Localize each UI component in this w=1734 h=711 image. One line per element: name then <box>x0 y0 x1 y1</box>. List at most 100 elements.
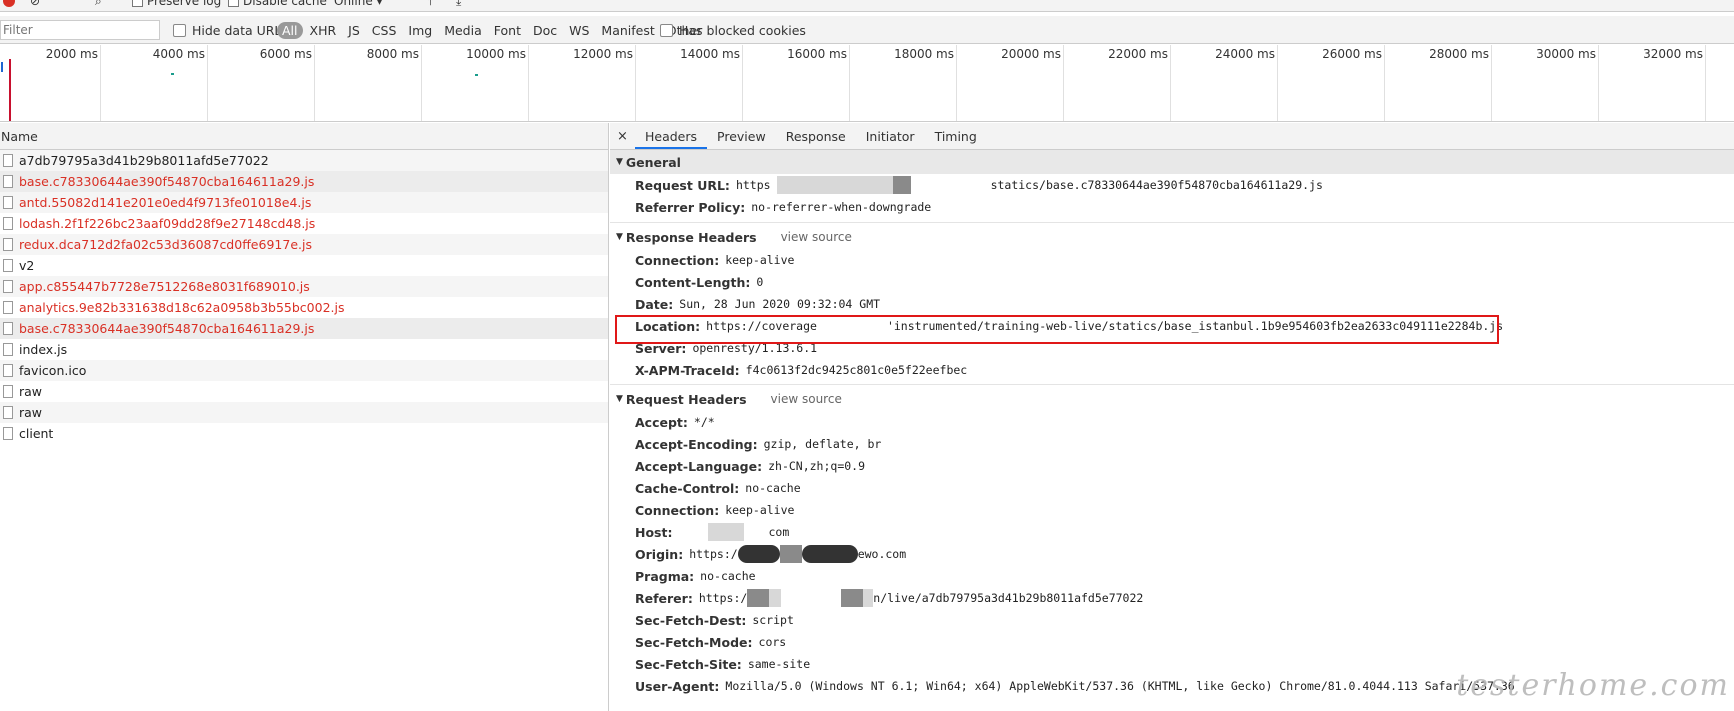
request-row[interactable]: analytics.9e82b331638d18c62a0958b3b55bc0… <box>0 297 608 318</box>
header-value: keep-alive <box>725 503 795 517</box>
request-header-row: Host: com <box>610 521 1734 543</box>
blocked-cookies-toggle[interactable]: Has blocked cookies <box>660 21 806 39</box>
redacted-blur <box>892 176 911 194</box>
timeline-grid-line <box>100 45 101 121</box>
header-value: statics/base.c78330644ae390f54870cba1646… <box>990 178 1323 192</box>
file-icon <box>3 385 13 398</box>
hide-data-urls-toggle[interactable]: Hide data URLs <box>173 21 288 39</box>
request-row[interactable]: index.js <box>0 339 608 360</box>
redacted-blur <box>863 589 874 607</box>
redacted-blur <box>781 589 841 607</box>
type-filter-font[interactable]: Font <box>489 22 526 39</box>
clear-icon[interactable]: ⊘ <box>30 0 40 8</box>
tab-timing[interactable]: Timing <box>925 123 987 149</box>
header-value: f4c0613f2dc9425c801c0e5f22eefbec <box>745 363 968 377</box>
type-filter-ws[interactable]: WS <box>564 22 594 39</box>
redacted-blur <box>737 545 780 563</box>
request-row[interactable]: v2 <box>0 255 608 276</box>
export-icon[interactable]: ⤓ <box>456 0 461 9</box>
request-row[interactable]: redux.dca712d2fa02c53d36087cd0ffe6917e.j… <box>0 234 608 255</box>
request-row-selected[interactable]: base.c78330644ae390f54870cba164611a29.js <box>0 171 608 192</box>
watermark: testerhome.com <box>1456 668 1730 703</box>
header-key: User-Agent: <box>635 678 720 694</box>
record-button[interactable] <box>3 0 15 7</box>
timeline-grid-line <box>849 45 850 121</box>
timeline-grid-line <box>207 45 208 121</box>
request-row[interactable]: raw <box>0 402 608 423</box>
tab-headers[interactable]: Headers <box>635 123 708 149</box>
view-source-link[interactable]: view source <box>771 392 842 406</box>
file-icon <box>3 217 13 230</box>
timeline-tick-label: 12000 ms <box>573 47 633 61</box>
disable-cache-checkbox[interactable]: Disable cache <box>228 0 327 8</box>
section-divider <box>610 384 1734 385</box>
header-key: Accept-Language: <box>635 458 763 474</box>
collapse-triangle-icon: ▼ <box>616 394 623 404</box>
header-value: Sun, 28 Jun 2020 09:32:04 GMT <box>679 297 881 311</box>
type-filter-all[interactable]: All <box>277 21 303 39</box>
request-headers-section-header[interactable]: ▼ Request Headers view source <box>610 387 1734 411</box>
header-key: Connection: <box>635 252 720 268</box>
hide-data-urls-checkbox[interactable] <box>173 23 186 37</box>
throttle-value: Online <box>334 0 373 8</box>
request-url-row: Request URL: https statics/base.c7833064… <box>610 174 1734 196</box>
request-header-row: Cache-Control: no-cache <box>610 477 1734 499</box>
timeline-request-mark <box>475 74 478 76</box>
tab-response[interactable]: Response <box>776 123 856 149</box>
file-icon <box>3 238 13 251</box>
search-icon[interactable]: ⌕ <box>95 0 102 9</box>
import-icon[interactable]: ⤒ <box>428 0 433 9</box>
timeline-tick-label: 16000 ms <box>787 47 847 61</box>
request-row[interactable]: favicon.ico <box>0 360 608 381</box>
header-key: Cache-Control: <box>635 480 740 496</box>
timeline-tick-label: 2000 ms <box>45 47 98 61</box>
timeline-grid-line <box>742 45 743 121</box>
header-value: 0 <box>756 275 764 289</box>
request-row[interactable]: client <box>0 423 608 444</box>
tab-preview[interactable]: Preview <box>707 123 776 149</box>
type-filter-js[interactable]: JS <box>343 22 365 39</box>
header-value: script <box>752 613 794 627</box>
request-row[interactable]: a7db79795a3d41b29b8011afd5e77022 <box>0 150 608 171</box>
tab-initiator[interactable]: Initiator <box>856 123 925 149</box>
throttle-select[interactable]: Online ▾ <box>334 0 383 8</box>
request-row[interactable]: raw <box>0 381 608 402</box>
name-column-header[interactable]: Name <box>0 123 608 150</box>
request-header-row: Sec-Fetch-Mode: cors <box>610 631 1734 653</box>
request-row[interactable]: antd.55082d141e201e0ed4f9713fe01018e4.js <box>0 192 608 213</box>
request-row[interactable]: app.c855447b7728e7512268e8031f689010.js <box>0 276 608 297</box>
redacted-blur <box>841 589 864 607</box>
disable-cache-label: Disable cache <box>243 0 327 8</box>
file-icon <box>3 175 13 188</box>
request-list: Name a7db79795a3d41b29b8011afd5e77022 ba… <box>0 123 609 711</box>
timeline-tick-label: 32000 ms <box>1643 47 1703 61</box>
blocked-cookies-checkbox[interactable] <box>660 23 673 37</box>
request-row[interactable]: lodash.2f1f226bc23aaf09dd28f9e27148cd48.… <box>0 213 608 234</box>
request-name: app.c855447b7728e7512268e8031f689010.js <box>19 279 310 294</box>
response-headers-section-header[interactable]: ▼ Response Headers view source <box>610 225 1734 249</box>
type-filter-media[interactable]: Media <box>439 22 487 39</box>
filter-bar: Hide data URLs All XHR JS CSS Img Media … <box>0 16 1734 44</box>
section-divider <box>610 222 1734 223</box>
timeline-grid-line <box>1384 45 1385 121</box>
timeline-tick-label: 28000 ms <box>1429 47 1489 61</box>
preserve-log-checkbox[interactable]: Preserve log <box>132 0 221 8</box>
redacted-blur <box>911 176 991 194</box>
type-filter-doc[interactable]: Doc <box>528 22 562 39</box>
close-details-icon[interactable]: × <box>610 123 635 149</box>
header-value: no-cache <box>700 569 756 583</box>
type-filter-img[interactable]: Img <box>403 22 437 39</box>
filter-input[interactable] <box>0 20 160 40</box>
response-header-row: Content-Length: 0 <box>610 271 1734 293</box>
details-tab-bar: × Headers Preview Response Initiator Tim… <box>610 123 1734 150</box>
request-row[interactable]: base.c78330644ae390f54870cba164611a29.js <box>0 318 608 339</box>
type-filter-xhr[interactable]: XHR <box>305 22 342 39</box>
type-filter-manifest[interactable]: Manifest <box>596 22 659 39</box>
request-header-row: Connection: keep-alive <box>610 499 1734 521</box>
view-source-link[interactable]: view source <box>781 230 852 244</box>
timeline-overview[interactable]: 2000 ms 4000 ms 6000 ms 8000 ms 10000 ms… <box>0 45 1734 122</box>
section-title: General <box>625 154 681 170</box>
general-section-header[interactable]: ▼ General <box>610 150 1734 174</box>
request-header-row: Accept-Language: zh-CN,zh;q=0.9 <box>610 455 1734 477</box>
type-filter-css[interactable]: CSS <box>367 22 402 39</box>
